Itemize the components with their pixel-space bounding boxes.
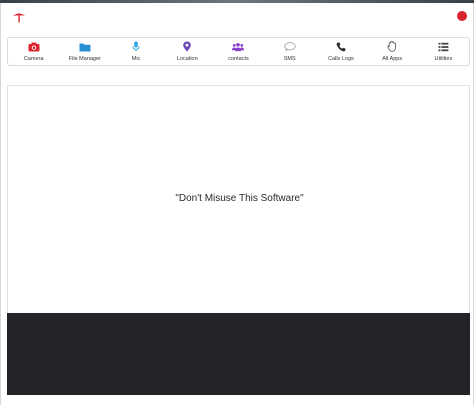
tool-file-manager-label: File Manager xyxy=(68,56,101,62)
tool-camera[interactable]: Camera xyxy=(8,38,59,65)
tool-all-apps-label: All Apps xyxy=(382,56,403,62)
tool-contacts[interactable]: contacts xyxy=(213,38,264,65)
users-icon xyxy=(232,41,245,52)
toolbar: Camera File Manager Mic Location contact… xyxy=(7,37,470,66)
location-pin-icon xyxy=(181,41,193,52)
tool-location-label: Location xyxy=(176,56,198,62)
tool-camera-label: Camera xyxy=(23,56,44,62)
tool-sms-label: SMS xyxy=(283,56,296,62)
chat-bubble-icon xyxy=(284,41,296,52)
tool-calls-logs-label: Calls Logs xyxy=(328,56,354,62)
logo-icon xyxy=(13,13,25,23)
app-window: Camera File Manager Mic Location contact… xyxy=(0,3,474,405)
tool-mic[interactable]: Mic xyxy=(110,38,161,65)
tool-calls-logs[interactable]: Calls Logs xyxy=(315,38,366,65)
hand-icon xyxy=(386,41,398,52)
tool-mic-label: Mic xyxy=(131,56,141,62)
tool-all-apps[interactable]: All Apps xyxy=(367,38,418,65)
microphone-icon xyxy=(130,41,142,52)
tool-utilities-label: Utilities xyxy=(434,56,453,62)
folder-icon xyxy=(79,41,91,52)
list-icon xyxy=(437,41,449,52)
tool-location[interactable]: Location xyxy=(162,38,213,65)
phone-icon xyxy=(335,41,347,52)
console-panel[interactable] xyxy=(7,313,470,395)
tool-sms[interactable]: SMS xyxy=(264,38,315,65)
tool-contacts-label: contacts xyxy=(228,56,249,62)
close-button[interactable] xyxy=(457,11,467,21)
tool-utilities[interactable]: Utilities xyxy=(418,38,469,65)
camera-icon xyxy=(28,41,40,52)
tool-file-manager[interactable]: File Manager xyxy=(59,38,110,65)
main-panel: "Don't Misuse This Software" xyxy=(7,85,470,313)
warning-message: "Don't Misuse This Software" xyxy=(175,193,304,204)
